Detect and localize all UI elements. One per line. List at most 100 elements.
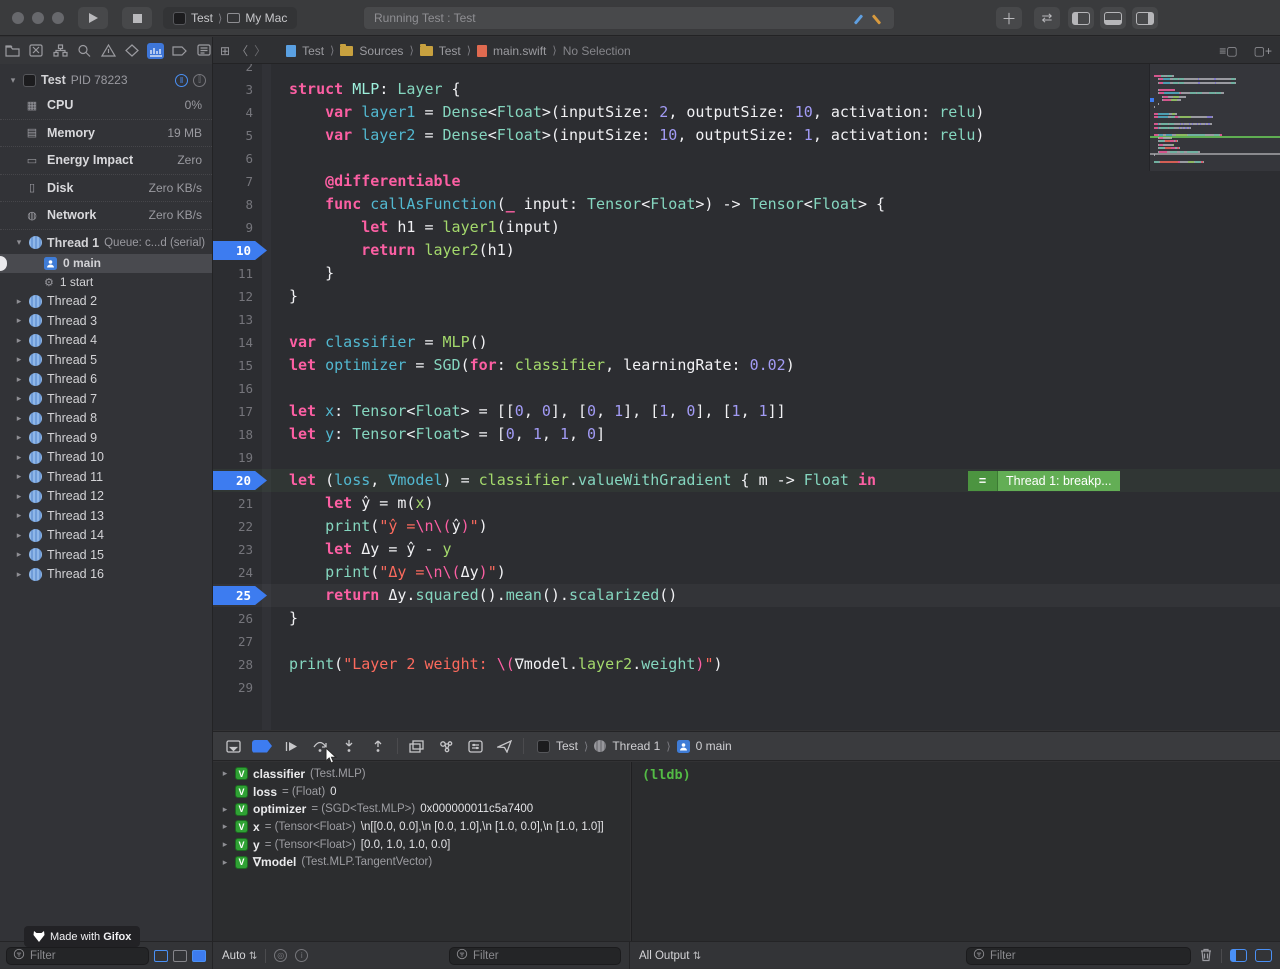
find-navigator-tab[interactable] bbox=[76, 43, 93, 59]
editor-mode-button[interactable]: ⇄ bbox=[1034, 7, 1060, 29]
code-line-16[interactable]: 16 bbox=[213, 377, 1280, 400]
code-line-25[interactable]: 25 return Δy.squared().mean().scalarized… bbox=[213, 584, 1280, 607]
code-line-12[interactable]: 12} bbox=[213, 285, 1280, 308]
breakpoint-marker[interactable]: 10 bbox=[213, 241, 267, 260]
crumb-thread[interactable]: Thread 1 bbox=[612, 739, 660, 753]
show-location-icon[interactable]: ◎ bbox=[274, 949, 287, 962]
variables-scope-dropdown[interactable]: Auto ⇅ bbox=[222, 950, 257, 962]
jump-path-selection[interactable]: No Selection bbox=[563, 44, 631, 58]
disclosure-triangle[interactable]: ▸ bbox=[14, 491, 24, 502]
disclosure-triangle[interactable]: ▸ bbox=[14, 413, 24, 424]
jump-path-group[interactable]: Test bbox=[439, 44, 461, 58]
back-button[interactable]: 〈 bbox=[236, 42, 248, 59]
line-number[interactable]: 12 bbox=[213, 285, 259, 308]
disclosure-triangle[interactable]: ▸ bbox=[14, 393, 24, 404]
variable-row-classifier[interactable]: ▸Vclassifier(Test.MLP) bbox=[213, 765, 630, 783]
variable-row-∇model[interactable]: ▸V∇model(Test.MLP.TangentVector) bbox=[213, 853, 630, 871]
zoom-window-button[interactable] bbox=[52, 12, 64, 24]
code-line-3[interactable]: 3struct MLP: Layer { bbox=[213, 78, 1280, 101]
line-number[interactable]: 18 bbox=[213, 423, 259, 446]
variables-view[interactable]: ▸Vclassifier(Test.MLP)Vloss= (Float)0▸Vo… bbox=[213, 762, 630, 941]
sidebar-thread-3[interactable]: ▸Thread 3 bbox=[0, 311, 212, 331]
line-number[interactable]: 14 bbox=[213, 331, 259, 354]
line-number[interactable]: 3 bbox=[213, 78, 259, 101]
run-button[interactable] bbox=[78, 7, 108, 29]
jump-path-file[interactable]: main.swift bbox=[493, 44, 546, 58]
filter-view-mode-icon[interactable] bbox=[192, 950, 206, 962]
breakpoints-toggle-button[interactable] bbox=[252, 740, 272, 753]
line-number[interactable]: 24 bbox=[213, 561, 259, 584]
minimize-window-button[interactable] bbox=[32, 12, 44, 24]
thread-1-row[interactable]: ▾ Thread 1 Queue: c...d (serial) bbox=[0, 232, 212, 254]
editor-minimap[interactable] bbox=[1149, 64, 1280, 171]
disclosure-triangle[interactable]: ▾ bbox=[14, 237, 24, 248]
line-number[interactable]: 4 bbox=[213, 101, 259, 124]
gauge-disk[interactable]: ▯ Disk Zero KB/s bbox=[0, 175, 212, 203]
info-icon[interactable]: i bbox=[295, 949, 308, 962]
toggle-debug-area-button[interactable] bbox=[1100, 7, 1126, 29]
adjust-editor-options-icon[interactable]: ≡▢ bbox=[1219, 44, 1237, 58]
hide-debug-area-button[interactable] bbox=[223, 737, 243, 755]
code-line-9[interactable]: 9 let h1 = layer1(input) bbox=[213, 216, 1280, 239]
sidebar-thread-9[interactable]: ▸Thread 9 bbox=[0, 428, 212, 448]
debug-navigator-tab[interactable] bbox=[147, 43, 164, 59]
line-number[interactable]: 28 bbox=[213, 653, 259, 676]
line-number[interactable]: 23 bbox=[213, 538, 259, 561]
disclosure-triangle[interactable]: ▸ bbox=[14, 471, 24, 482]
disclosure-triangle[interactable]: ▸ bbox=[220, 857, 230, 868]
breakpoint-navigator-tab[interactable] bbox=[171, 43, 188, 59]
line-number[interactable]: 19 bbox=[213, 446, 259, 469]
sidebar-thread-12[interactable]: ▸Thread 12 bbox=[0, 487, 212, 507]
disclosure-triangle[interactable]: ▸ bbox=[14, 335, 24, 346]
pause-process-icon[interactable]: ‖ bbox=[175, 74, 188, 87]
process-row[interactable]: ▾ Test PID 78223 ‖ ⫿ bbox=[0, 64, 212, 92]
breakpoint-marker[interactable]: 25 bbox=[213, 586, 267, 605]
code-line-22[interactable]: 22 print("ŷ =\n\(ŷ)") bbox=[213, 515, 1280, 538]
debug-view-hierarchy-button[interactable] bbox=[407, 737, 427, 755]
disclosure-triangle[interactable]: ▸ bbox=[14, 549, 24, 560]
code-line-23[interactable]: 23 let Δy = ŷ - y bbox=[213, 538, 1280, 561]
gauge-memory[interactable]: ▤ Memory 19 MB bbox=[0, 120, 212, 148]
console-output-dropdown[interactable]: All Output ⇅ bbox=[639, 950, 701, 962]
crumb-frame[interactable]: 0 main bbox=[696, 739, 732, 753]
line-number[interactable]: 29 bbox=[213, 676, 259, 699]
line-number[interactable]: 15 bbox=[213, 354, 259, 377]
continue-button[interactable] bbox=[281, 737, 301, 755]
debug-memory-graph-button[interactable] bbox=[436, 737, 456, 755]
related-items-icon[interactable]: ⊞ bbox=[220, 44, 230, 58]
project-navigator-tab[interactable] bbox=[4, 43, 21, 59]
sidebar-thread-7[interactable]: ▸Thread 7 bbox=[0, 389, 212, 409]
breakpoint-marker[interactable]: 20 bbox=[213, 471, 267, 490]
sidebar-thread-14[interactable]: ▸Thread 14 bbox=[0, 526, 212, 546]
code-line-13[interactable]: 13 bbox=[213, 308, 1280, 331]
library-add-button[interactable]: ＋ bbox=[996, 7, 1022, 29]
jump-path-sources[interactable]: Sources bbox=[359, 44, 403, 58]
sidebar-thread-15[interactable]: ▸Thread 15 bbox=[0, 545, 212, 565]
toggle-navigator-button[interactable] bbox=[1068, 7, 1094, 29]
line-number[interactable]: 8 bbox=[213, 193, 259, 216]
simulate-location-button[interactable] bbox=[494, 737, 514, 755]
code-line-7[interactable]: 7 @differentiable bbox=[213, 170, 1280, 193]
report-navigator-tab[interactable] bbox=[195, 43, 212, 59]
code-line-6[interactable]: 6 bbox=[213, 147, 1280, 170]
gauge-cpu[interactable]: ▦ CPU 0% bbox=[0, 92, 212, 120]
disclosure-triangle[interactable]: ▸ bbox=[220, 821, 230, 832]
line-number[interactable]: 7 bbox=[213, 170, 259, 193]
variable-row-x[interactable]: ▸Vx= (Tensor<Float>)\n[[0.0, 0.0],\n [0.… bbox=[213, 818, 630, 836]
step-into-button[interactable] bbox=[339, 737, 359, 755]
disclosure-triangle[interactable]: ▸ bbox=[14, 374, 24, 385]
stack-frame-1-start[interactable]: ⚙1 start bbox=[0, 273, 212, 292]
disclosure-triangle[interactable]: ▸ bbox=[220, 839, 230, 850]
code-line-8[interactable]: 8 func callAsFunction(_ input: Tensor<Fl… bbox=[213, 193, 1280, 216]
source-editor[interactable]: 23struct MLP: Layer {4 var layer1 = Dens… bbox=[213, 64, 1280, 730]
line-number[interactable]: 9 bbox=[213, 216, 259, 239]
code-line-24[interactable]: 24 print("Δy =\n\(Δy)") bbox=[213, 561, 1280, 584]
line-number[interactable]: 5 bbox=[213, 124, 259, 147]
variable-row-y[interactable]: ▸Vy= (Tensor<Float>)[0.0, 1.0, 1.0, 0.0] bbox=[213, 836, 630, 854]
filter-flagged-icon[interactable] bbox=[173, 950, 187, 962]
code-line-29[interactable]: 29 bbox=[213, 676, 1280, 699]
disclosure-triangle[interactable]: ▸ bbox=[220, 804, 230, 815]
line-number[interactable]: 26 bbox=[213, 607, 259, 630]
gauge-network[interactable]: ◍ Network Zero KB/s bbox=[0, 202, 212, 230]
sidebar-thread-16[interactable]: ▸Thread 16 bbox=[0, 565, 212, 585]
